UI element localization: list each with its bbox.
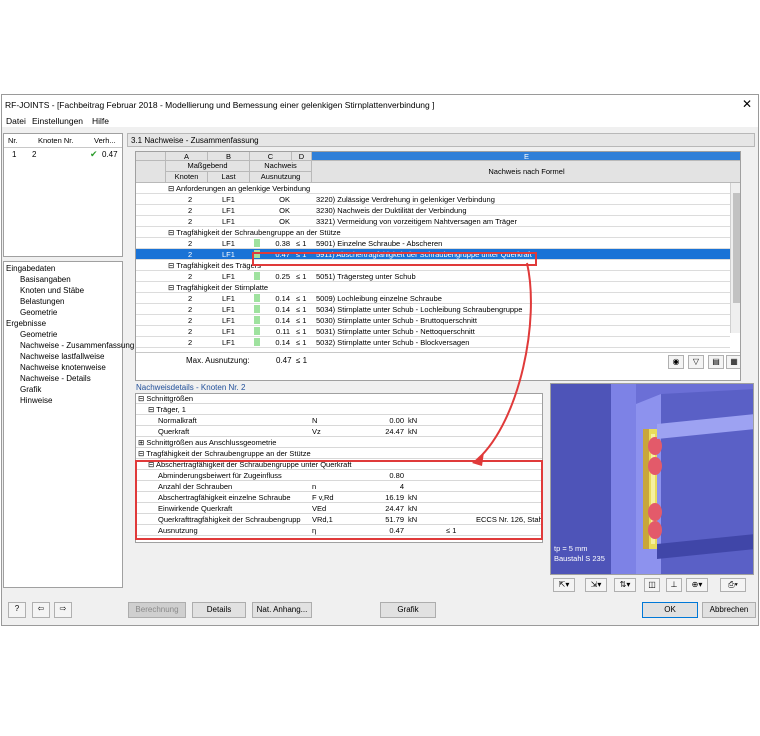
annotation-arrow [472, 262, 532, 466]
